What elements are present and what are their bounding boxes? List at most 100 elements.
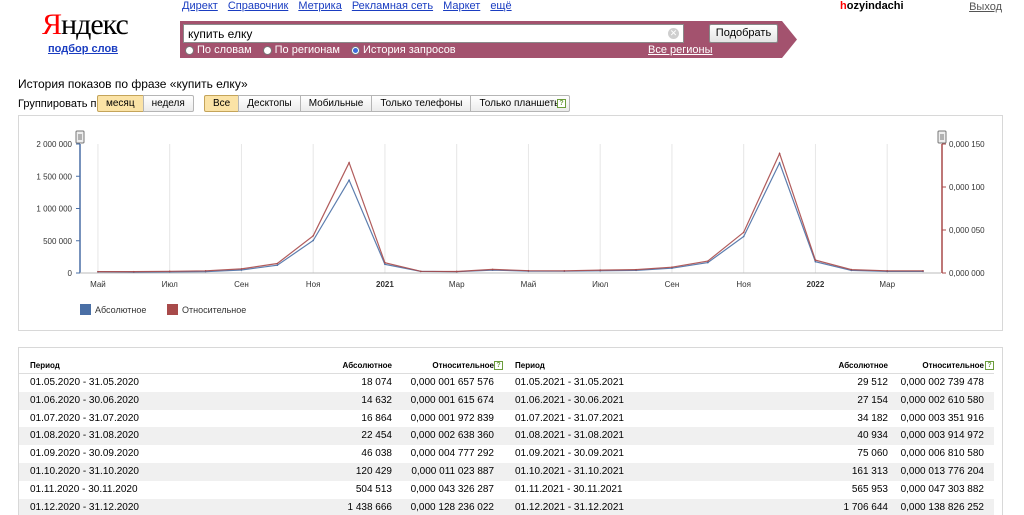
data-point xyxy=(97,270,99,273)
data-point xyxy=(168,270,171,273)
table-row: 01.08.2021 - 31.08.2021 40 934 0,000 003 9… xyxy=(504,427,994,446)
cell-absolute: 27 154 xyxy=(857,394,888,406)
radio-dot-selected xyxy=(351,45,360,55)
clear-icon[interactable]: ✕ xyxy=(668,28,679,39)
data-point xyxy=(742,231,745,234)
cell-period: 01.10.2020 - 31.10.2020 xyxy=(30,465,139,477)
cell-absolute: 18 074 xyxy=(361,377,392,388)
device-desktop-button[interactable]: Десктопы xyxy=(238,95,301,112)
device-all-button[interactable]: Все xyxy=(204,95,240,112)
nav-link-metrika[interactable]: Метрика xyxy=(298,0,342,12)
device-mobile-button[interactable]: Мобильные xyxy=(299,95,373,112)
logo-wordmark: Яндекс xyxy=(42,8,129,41)
y-left-tick-label: 1 000 000 xyxy=(36,205,72,214)
x-tick-label: Май xyxy=(521,280,537,289)
legend-swatch xyxy=(167,304,178,315)
cell-relative: 0,000 002 638 360 xyxy=(410,430,494,442)
nav-link-help[interactable]: Справочник xyxy=(228,0,289,12)
cell-absolute: 34 182 xyxy=(857,412,888,424)
data-point xyxy=(563,269,566,272)
data-point xyxy=(204,269,207,272)
wordstat-link[interactable]: подбор слов xyxy=(48,43,128,55)
table-row: 01.07.2020 - 31.07.2020 16 864 0,000 001 9… xyxy=(19,410,504,428)
chart-canvas: Май Июл Сен Ноя 2021 Мар Май Июл Сен Ноя 2022 Мар 2 … xyxy=(36,130,985,315)
search-input[interactable]: купить елку xyxy=(183,24,684,43)
cell-period: 01.08.2021 - 31.08.2021 xyxy=(515,430,624,442)
all-regions-link[interactable]: Все регионы xyxy=(648,44,713,56)
cell-relative: 0,000 003 914 972 xyxy=(900,430,984,442)
y-left-tick-label: 500 000 xyxy=(43,237,72,246)
table-row: 01.06.2021 - 30.06.2021 27 154 0,000 002 6… xyxy=(504,391,994,410)
data-point xyxy=(707,261,709,264)
data-point xyxy=(312,234,314,237)
cell-relative: 0,000 043 326 287 xyxy=(410,483,494,495)
x-tick-label: Мар xyxy=(879,280,895,289)
cell-absolute: 120 429 xyxy=(355,465,392,477)
username[interactable]: hozyindachi xyxy=(840,0,904,12)
legend-label: Относительное xyxy=(182,305,246,315)
history-table: Период Абсолютное Относительное ? 01.05.… xyxy=(18,347,1003,515)
group-by-label: Группировать по: xyxy=(18,98,106,110)
submit-button[interactable]: Подобрать xyxy=(709,24,778,43)
data-point xyxy=(133,270,135,273)
group-by-month-button[interactable]: месяц xyxy=(97,95,144,112)
device-filter: Все Десктопы Мобильные Только телефоны Т… xyxy=(204,95,571,112)
device-phones-button[interactable]: Только телефоны xyxy=(371,95,472,112)
table-row: 01.07.2021 - 31.07.2021 34 182 0,000 003 3… xyxy=(504,410,994,428)
table-row: 01.09.2021 - 30.09.2021 75 060 0,000 006 8… xyxy=(504,445,994,463)
x-tick-label: Ноя xyxy=(736,280,751,289)
group-by-week-button[interactable]: неделя xyxy=(142,95,194,112)
x-tick-label: Май xyxy=(90,280,106,289)
radio-by-words[interactable]: По словам xyxy=(185,44,252,56)
cell-absolute: 161 313 xyxy=(851,465,888,477)
cell-absolute: 565 953 xyxy=(851,483,888,495)
radio-history[interactable]: История запросов xyxy=(351,44,456,56)
help-icon[interactable]: ? xyxy=(494,361,503,370)
cell-relative: 0,000 002 610 580 xyxy=(900,394,984,406)
y-left-tick-label: 2 000 000 xyxy=(36,140,72,149)
data-point xyxy=(671,266,673,268)
radio-label: По регионам xyxy=(274,44,340,56)
series-line-relative xyxy=(97,151,924,273)
logo-text: ндекс xyxy=(61,8,129,41)
nav-link-direct[interactable]: Директ xyxy=(182,0,218,12)
cell-period: 01.07.2021 - 31.07.2021 xyxy=(515,412,624,424)
cell-relative: 0,000 001 615 674 xyxy=(410,394,494,406)
data-point xyxy=(384,261,386,264)
cell-relative: 0,000 128 236 022 xyxy=(410,501,494,513)
cell-period: 01.11.2021 - 30.11.2021 xyxy=(515,483,623,495)
cell-relative: 0,000 001 972 839 xyxy=(410,412,494,424)
table-row: 01.10.2021 - 31.10.2021 161 313 0,000 013 … xyxy=(504,462,994,481)
data-point xyxy=(491,268,494,271)
yandex-logo[interactable]: Яндекс подбор слов xyxy=(42,8,129,56)
radio-dot xyxy=(262,45,272,55)
data-point xyxy=(922,270,924,272)
range-handle xyxy=(937,130,947,144)
nav-link-ad-network[interactable]: Рекламная сеть xyxy=(352,0,433,12)
cell-absolute: 16 864 xyxy=(361,412,392,424)
table-right: Период Абсолютное Относительное ? 01.05.… xyxy=(504,356,994,515)
cell-relative: 0,000 003 351 916 xyxy=(900,412,984,424)
page-title: История показов по фразе «купить елку» xyxy=(18,77,248,91)
radio-label: История запросов xyxy=(363,44,456,56)
table-row: 01.11.2020 - 30.11.2020 504 513 0,000 043 … xyxy=(19,481,504,499)
range-handle xyxy=(75,130,85,144)
cell-period: 01.06.2020 - 30.06.2020 xyxy=(30,394,139,406)
legend-swatch xyxy=(80,304,91,315)
help-icon[interactable]: ? xyxy=(985,361,994,370)
search-panel: купить елку ✕ Подобрать По словам По рег… xyxy=(180,21,797,58)
help-icon[interactable]: ? xyxy=(557,99,566,108)
nav-link-more[interactable]: ещё xyxy=(490,0,511,12)
table-row: 01.05.2020 - 31.05.2020 18 074 0,000 001 6… xyxy=(19,374,504,392)
nav-link-market[interactable]: Маркет xyxy=(443,0,480,12)
x-tick-label: 2021 xyxy=(376,280,394,289)
table-header: Период Абсолютное Относительное ? xyxy=(504,356,994,374)
cell-absolute: 29 512 xyxy=(857,377,888,388)
table-row: 01.08.2020 - 31.08.2020 22 454 0,000 002 6… xyxy=(19,427,504,446)
cell-relative: 0,000 047 303 882 xyxy=(900,483,984,495)
device-tablets-button[interactable]: Только планшеты xyxy=(470,95,571,112)
logout-link[interactable]: Выход xyxy=(969,1,1002,13)
data-point xyxy=(742,235,745,238)
x-tick-label: Сен xyxy=(665,280,680,289)
radio-by-regions[interactable]: По регионам xyxy=(262,44,340,56)
